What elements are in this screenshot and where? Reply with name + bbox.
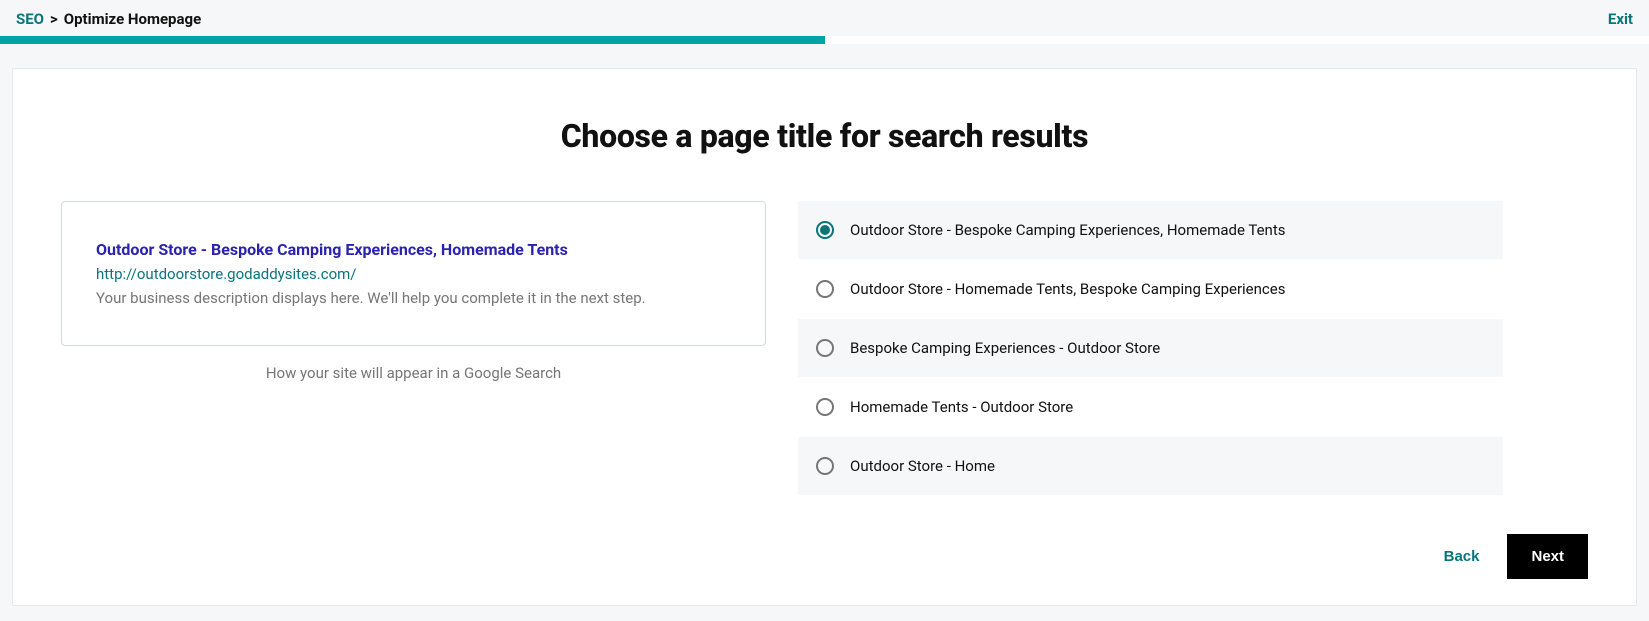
- progress-bar-track: [0, 36, 1649, 44]
- title-option-2[interactable]: Bespoke Camping Experiences - Outdoor St…: [798, 319, 1503, 378]
- breadcrumb-root-link[interactable]: SEO: [16, 10, 44, 28]
- search-preview-card: Outdoor Store - Bespoke Camping Experien…: [61, 201, 766, 346]
- title-option-1[interactable]: Outdoor Store - Homemade Tents, Bespoke …: [798, 260, 1503, 319]
- main-card: Choose a page title for search results O…: [12, 68, 1637, 606]
- option-label: Outdoor Store - Homemade Tents, Bespoke …: [850, 280, 1285, 298]
- title-option-4[interactable]: Outdoor Store - Home: [798, 437, 1503, 496]
- breadcrumb: SEO > Optimize Homepage: [16, 10, 201, 28]
- radio-icon: [816, 221, 834, 239]
- radio-icon: [816, 398, 834, 416]
- page-title: Choose a page title for search results: [61, 117, 1588, 155]
- content-row: Outdoor Store - Bespoke Camping Experien…: [61, 201, 1588, 496]
- progress-bar-fill: [0, 36, 825, 44]
- radio-icon: [816, 457, 834, 475]
- preview-url: http://outdoorstore.godaddysites.com/: [96, 265, 731, 283]
- breadcrumb-separator: >: [50, 10, 58, 28]
- breadcrumb-current: Optimize Homepage: [64, 10, 201, 28]
- radio-icon: [816, 339, 834, 357]
- back-button[interactable]: Back: [1444, 548, 1480, 565]
- exit-link[interactable]: Exit: [1608, 10, 1633, 28]
- option-label: Homemade Tents - Outdoor Store: [850, 398, 1073, 416]
- preview-caption: How your site will appear in a Google Se…: [61, 364, 766, 382]
- preview-column: Outdoor Store - Bespoke Camping Experien…: [61, 201, 766, 496]
- radio-icon: [816, 280, 834, 298]
- header-bar: SEO > Optimize Homepage Exit: [0, 0, 1649, 36]
- options-column: Outdoor Store - Bespoke Camping Experien…: [798, 201, 1503, 496]
- option-label: Bespoke Camping Experiences - Outdoor St…: [850, 339, 1160, 357]
- preview-title: Outdoor Store - Bespoke Camping Experien…: [96, 240, 731, 259]
- preview-description: Your business description displays here.…: [96, 289, 731, 307]
- option-label: Outdoor Store - Bespoke Camping Experien…: [850, 221, 1285, 239]
- option-label: Outdoor Store - Home: [850, 457, 995, 475]
- next-button[interactable]: Next: [1507, 534, 1588, 579]
- footer-actions: Back Next: [61, 534, 1588, 579]
- title-option-3[interactable]: Homemade Tents - Outdoor Store: [798, 378, 1503, 437]
- title-option-0[interactable]: Outdoor Store - Bespoke Camping Experien…: [798, 201, 1503, 260]
